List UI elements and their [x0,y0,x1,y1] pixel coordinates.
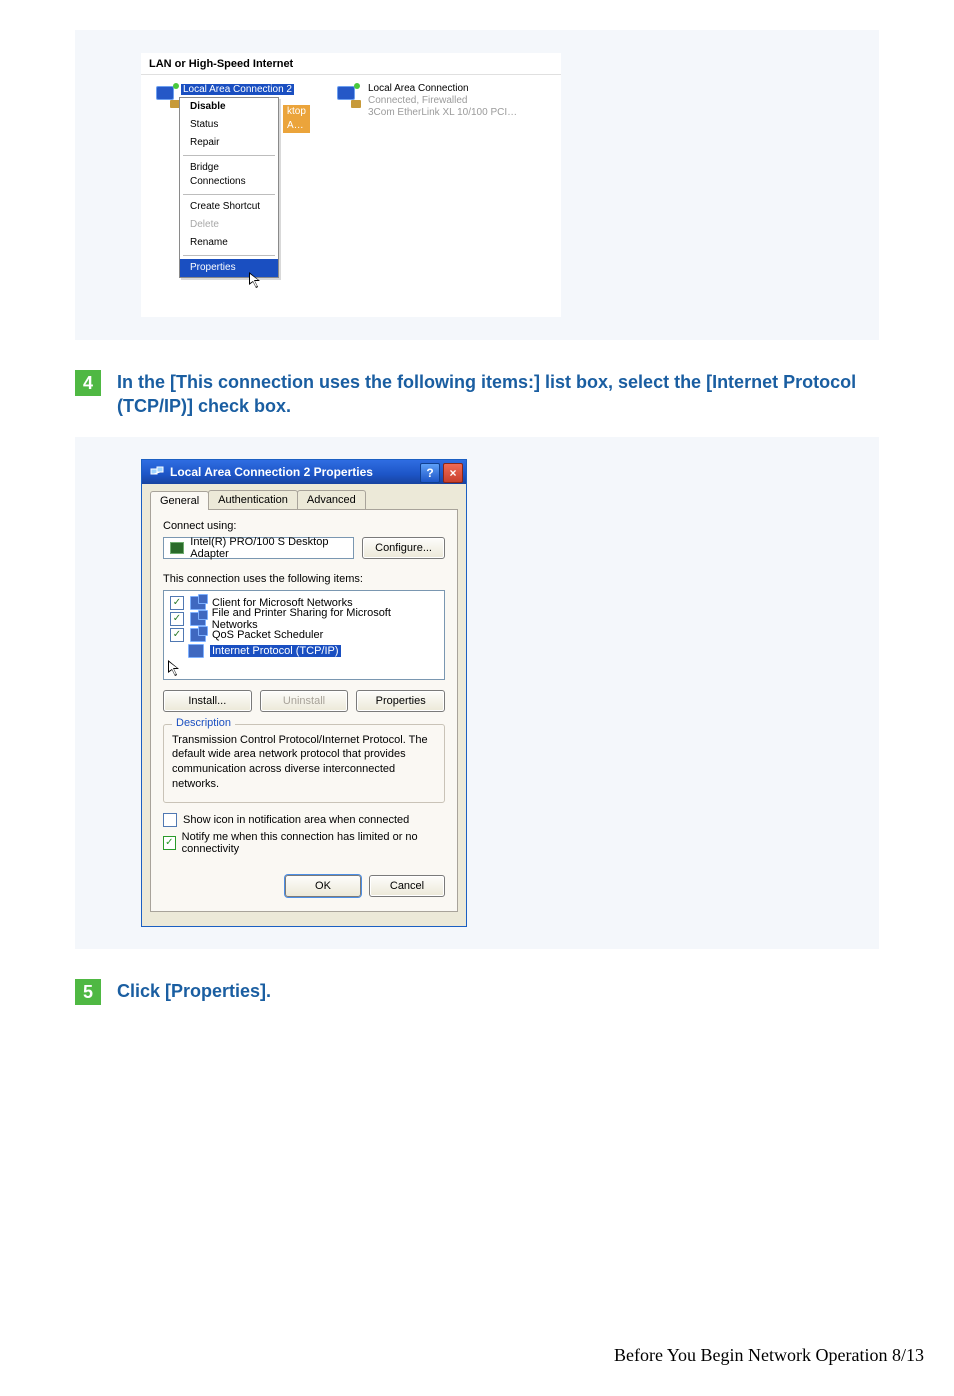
ctx-disable[interactable]: Disable [180,98,278,116]
protocol-icon [188,644,204,658]
connect-using-label: Connect using: [163,520,445,532]
adapter-field: Intel(R) PRO/100 S Desktop Adapter [163,537,354,559]
tab-bar: General Authentication Advanced [150,490,458,510]
notify-option[interactable]: ✓ Notify me when this connection has lim… [163,831,445,855]
nic-icon [170,542,184,554]
ctx-delete: Delete [180,216,278,234]
install-button[interactable]: Install... [163,690,252,712]
checkbox-checked-icon[interactable]: ✓ [170,596,184,610]
panel-properties-dialog: Local Area Connection 2 Properties ? × G… [75,437,879,949]
page-footer: Before You Begin Network Operation 8/13 [0,1345,924,1366]
ok-button[interactable]: OK [285,875,361,897]
dialog-icon [150,465,164,479]
connection-icon [334,83,362,109]
close-button[interactable]: × [443,463,463,483]
uninstall-button: Uninstall [260,690,349,712]
service-icon [190,628,206,642]
cursor-icon [168,660,182,679]
dialog-title: Local Area Connection 2 Properties [170,465,373,479]
service-icon [190,612,206,626]
cancel-button[interactable]: Cancel [369,875,445,897]
context-menu: Disable Status Repair Bridge Connections… [179,97,279,278]
ctx-repair[interactable]: Repair [180,134,278,152]
tab-authentication[interactable]: Authentication [208,490,298,509]
conn2-status: Connected, Firewalled [368,95,517,107]
ctx-shortcut[interactable]: Create Shortcut [180,198,278,216]
connection-selected-label[interactable]: Local Area Connection 2 [181,84,294,95]
dialog-titlebar[interactable]: Local Area Connection 2 Properties ? × [142,460,466,484]
tab-advanced[interactable]: Advanced [297,490,366,509]
panel-context-menu: LAN or High-Speed Internet Local Area Co… [75,30,879,340]
tab-general[interactable]: General [150,491,209,510]
ctx-bridge[interactable]: Bridge Connections [180,159,278,191]
conn2-name: Local Area Connection [368,83,517,95]
checkbox-unchecked-icon[interactable] [163,813,177,827]
item-fps[interactable]: ✓ File and Printer Sharing for Microsoft… [170,611,438,627]
adapter-name: Intel(R) PRO/100 S Desktop Adapter [190,536,347,560]
checkbox-checked-icon[interactable]: ✓ [170,612,184,626]
step-badge: 5 [75,979,101,1005]
truncated-tag: ktop A… [283,105,310,133]
configure-button[interactable]: Configure... [362,537,445,559]
connection-2[interactable]: Local Area Connection Connected, Firewal… [334,83,517,297]
show-icon-option[interactable]: Show icon in notification area when conn… [163,813,445,827]
step-text: In the [This connection uses the followi… [117,370,879,419]
checkbox-icon[interactable] [170,645,182,657]
ctx-status[interactable]: Status [180,116,278,134]
help-button[interactable]: ? [420,463,440,483]
ctx-rename[interactable]: Rename [180,234,278,252]
description-heading: Description [172,717,235,729]
step-5: 5 Click [Properties]. [75,979,879,1005]
items-label: This connection uses the following items… [163,573,445,585]
connection-icon [153,83,181,109]
step-text: Click [Properties]. [117,979,271,1003]
lan-heading: LAN or High-Speed Internet [141,53,561,75]
lan-window: LAN or High-Speed Internet Local Area Co… [140,52,562,318]
service-icon [190,596,206,610]
item-properties-button[interactable]: Properties [356,690,445,712]
item-tcpip[interactable]: Internet Protocol (TCP/IP) [170,643,438,659]
step-4: 4 In the [This connection uses the follo… [75,370,879,419]
tab-panel-general: Connect using: Intel(R) PRO/100 S Deskto… [150,510,458,912]
checkbox-checked-icon[interactable]: ✓ [170,628,184,642]
description-body: Transmission Control Protocol/Internet P… [172,733,436,792]
properties-dialog: Local Area Connection 2 Properties ? × G… [141,459,467,927]
conn2-device: 3Com EtherLink XL 10/100 PCI… [368,107,517,119]
step-badge: 4 [75,370,101,396]
description-group: Description Transmission Control Protoco… [163,724,445,803]
items-listbox[interactable]: ✓ Client for Microsoft Networks ✓ File a… [163,590,445,680]
checkbox-checked-icon[interactable]: ✓ [163,836,176,850]
